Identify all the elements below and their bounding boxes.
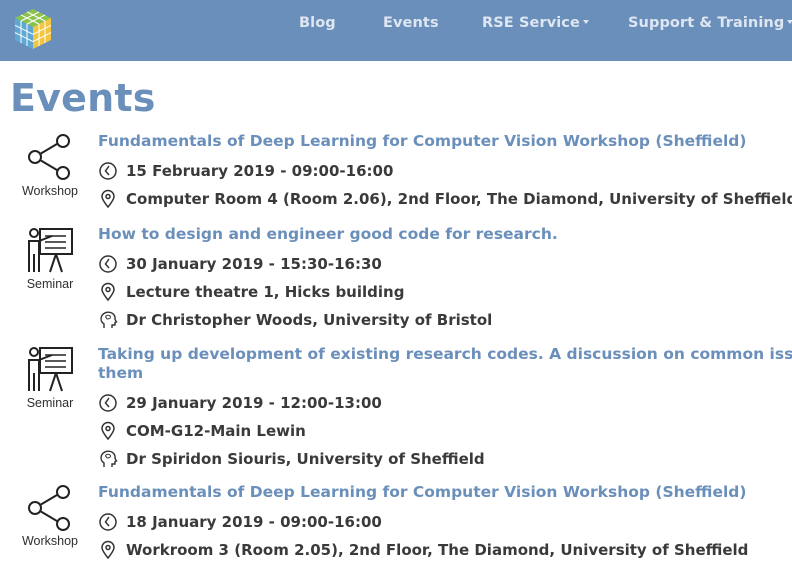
event-title-link[interactable]: Taking up development of existing resear… <box>98 345 792 364</box>
seminar-presenter-icon <box>28 228 73 273</box>
event-date: 15 February 2019 - 09:00-16:00 <box>126 162 394 180</box>
event-date: 29 January 2019 - 12:00-13:00 <box>126 394 382 412</box>
event-location: Workroom 3 (Room 2.05), 2nd Floor, The D… <box>126 541 749 559</box>
event-title-link[interactable]: Fundamentals of Deep Learning for Comput… <box>98 132 746 151</box>
event-date: 18 January 2019 - 09:00-16:00 <box>126 513 382 531</box>
chevron-down-icon <box>582 20 589 24</box>
event-date: 30 January 2019 - 15:30-16:30 <box>126 255 382 273</box>
clock-icon <box>99 513 117 531</box>
event-title-link[interactable]: Fundamentals of Deep Learning for Comput… <box>98 483 746 502</box>
seminar-presenter-icon <box>28 347 73 392</box>
nav-rse-service-dropdown[interactable]: RSE Service <box>482 15 589 31</box>
location-pin-icon <box>101 540 115 560</box>
chevron-down-icon <box>787 20 792 24</box>
event-speaker: Dr Christopher Woods, University of Bris… <box>126 311 493 329</box>
workshop-network-icon <box>28 134 70 180</box>
nav-support-training-label: Support & Training <box>628 15 785 31</box>
nav-support-training-dropdown[interactable]: Support & Training <box>628 15 792 31</box>
nav-blog-link[interactable]: Blog <box>299 15 336 31</box>
event-type-label: Seminar <box>26 277 74 291</box>
event-location: Lecture theatre 1, Hicks building <box>126 283 405 301</box>
location-pin-icon <box>101 282 115 302</box>
nav-events-link[interactable]: Events <box>383 15 439 31</box>
event-type-label: Seminar <box>26 396 74 410</box>
speaker-head-icon <box>100 311 118 328</box>
event-title-link[interactable]: How to design and engineer good code for… <box>98 225 558 244</box>
event-type-label: Workshop <box>21 534 79 548</box>
nav-rse-service-label: RSE Service <box>482 15 580 31</box>
clock-icon <box>99 394 117 412</box>
clock-icon <box>99 162 117 180</box>
location-pin-icon <box>101 189 115 209</box>
event-location: COM-G12-Main Lewin <box>126 422 306 440</box>
site-logo-icon[interactable] <box>12 7 54 51</box>
event-location: Computer Room 4 (Room 2.06), 2nd Floor, … <box>126 190 792 208</box>
event-type-label: Workshop <box>21 184 79 198</box>
event-speaker: Dr Spiridon Siouris, University of Sheff… <box>126 450 485 468</box>
workshop-network-icon <box>28 485 70 531</box>
navbar: Blog Events RSE Service Support & Traini… <box>0 0 792 61</box>
clock-icon <box>99 255 117 273</box>
page-title: Events <box>10 76 156 120</box>
speaker-head-icon <box>100 450 118 467</box>
location-pin-icon <box>101 421 115 441</box>
event-title-link-continued[interactable]: them <box>98 364 143 383</box>
